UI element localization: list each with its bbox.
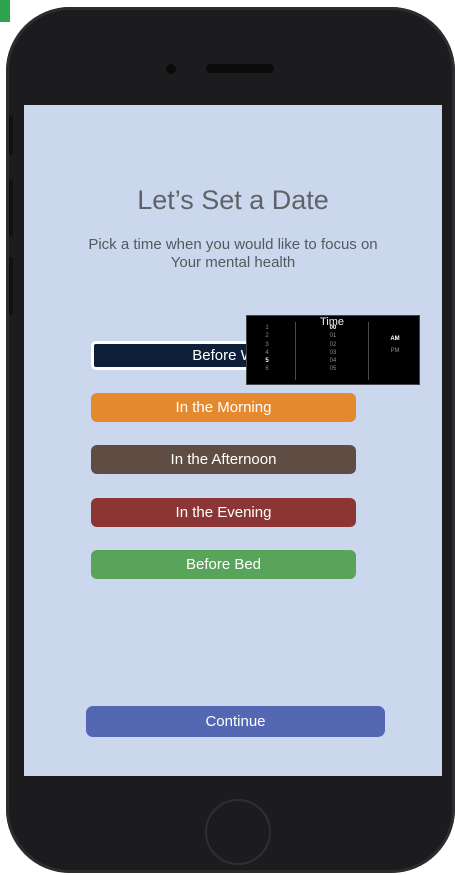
minute-option[interactable]: 02 — [323, 341, 343, 349]
minute-option-selected[interactable]: 00 — [323, 324, 343, 332]
page-subtitle: Pick a time when you would like to focus… — [30, 236, 436, 272]
minute-option[interactable]: 04 — [323, 357, 343, 365]
subtitle-line-2: Your mental health — [170, 254, 296, 271]
minute-option[interactable]: 03 — [323, 349, 343, 357]
continue-button[interactable]: Continue — [86, 706, 385, 737]
app-screen: Let’s Set a Date Pick a time when you wo… — [24, 105, 442, 776]
picker-divider — [368, 322, 369, 380]
minute-option[interactable]: 05 — [323, 365, 343, 373]
mute-switch — [9, 115, 13, 155]
home-button[interactable] — [205, 799, 271, 865]
corner-tag — [0, 0, 10, 22]
period-option-selected[interactable]: AM — [385, 333, 405, 345]
hour-option[interactable]: 3 — [261, 341, 273, 349]
hour-option[interactable]: 1 — [261, 324, 273, 332]
subtitle-line-1: Pick a time when you would like to focus… — [88, 236, 378, 253]
period-wheel[interactable]: AM PM — [385, 333, 405, 357]
hour-option-selected[interactable]: 5 — [261, 357, 273, 365]
time-picker[interactable]: Time 1 2 3 4 5 6 00 01 02 03 04 05 AM PM — [246, 315, 420, 385]
picker-divider — [295, 322, 296, 380]
option-morning-button[interactable]: In the Morning — [91, 393, 356, 422]
minute-option[interactable]: 01 — [323, 332, 343, 340]
option-before-bed-button[interactable]: Before Bed — [91, 550, 356, 579]
hour-option[interactable]: 6 — [261, 365, 273, 373]
hour-option[interactable]: 4 — [261, 349, 273, 357]
page-title: Let’s Set a Date — [137, 185, 329, 215]
volume-up-button — [9, 179, 13, 237]
hour-option[interactable]: 2 — [261, 332, 273, 340]
option-afternoon-button[interactable]: In the Afternoon — [91, 445, 356, 474]
minute-wheel[interactable]: 00 01 02 03 04 05 — [323, 324, 343, 374]
front-camera — [166, 64, 176, 74]
volume-down-button — [9, 257, 13, 315]
option-evening-button[interactable]: In the Evening — [91, 498, 356, 527]
hour-wheel[interactable]: 1 2 3 4 5 6 — [261, 324, 273, 374]
period-option[interactable]: PM — [385, 345, 405, 357]
earpiece-speaker — [206, 64, 274, 73]
